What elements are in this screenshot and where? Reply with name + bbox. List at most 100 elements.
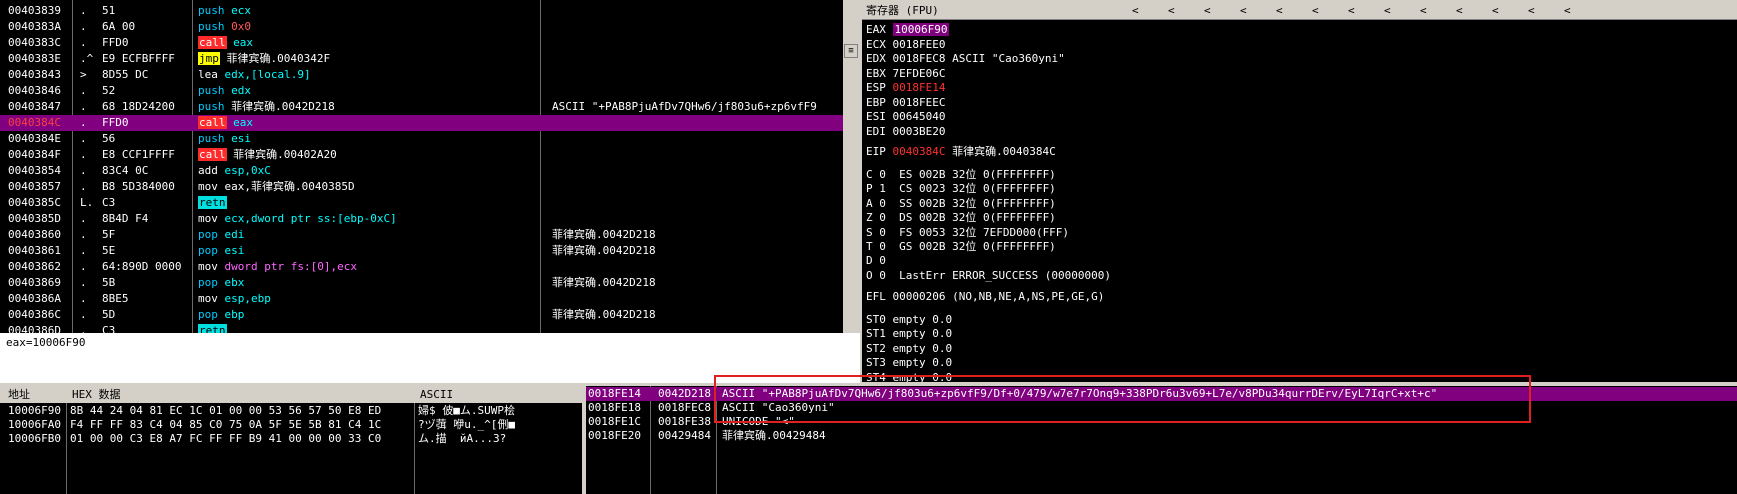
collapse-arrow-icon[interactable]: < (1420, 3, 1427, 19)
dump-hex[interactable]: 8B 44 24 04 81 EC 1C 01 00 00 53 56 57 5… (70, 404, 412, 418)
dump-ascii: ?ヅ葞 咿u._^[侀■ (418, 418, 515, 431)
register-value[interactable]: 7EFDE06C (893, 67, 946, 80)
disasm-bytes: 5F (102, 228, 116, 241)
registers-pane[interactable]: EAX 10006F90 ECX 0018FEE0 EDX 0018FEC8 ASC… (862, 20, 1737, 382)
disasm-address: 00403847 (8, 100, 61, 113)
register-value[interactable]: 0003BE20 (893, 125, 946, 138)
disasm-mnemonic: pop (198, 276, 218, 289)
disasm-row[interactable]: 0040386A. 8BE5 mov esp,ebp (0, 291, 843, 307)
register-value[interactable]: 0018FE14 (893, 81, 946, 94)
disasm-row[interactable]: 0040384E. 56 push esi (0, 131, 843, 147)
disasm-address: 00403843 (8, 68, 61, 81)
dump-row[interactable]: 10006FA0 F4 FF FF 83 C4 04 85 C0 75 0A 5F… (0, 418, 582, 432)
disasm-marker: . (80, 36, 87, 49)
disasm-row[interactable]: 0040386C. 5D pop ebp 菲律宾确.0042D218 (0, 307, 843, 323)
disasm-marker: . (80, 4, 87, 17)
register-row[interactable]: EDI 0003BE20 (866, 124, 945, 140)
disasm-address: 00403846 (8, 84, 61, 97)
disasm-row[interactable]: 00403843 >8D55 DC lea edx,[local.9] (0, 67, 843, 83)
stack-value: 0018FE38 (658, 415, 711, 428)
disasm-row[interactable]: 0040383E .^ E9 ECFBFFFF jmp 菲律宾确.0040342F (0, 51, 843, 67)
disasm-bytes: 5B (102, 276, 116, 289)
dump-row[interactable]: 10006F90 8B 44 24 04 81 EC 1C 01 00 00 53… (0, 404, 582, 418)
collapse-arrow-icon[interactable]: < (1348, 3, 1355, 19)
register-name: EAX (866, 23, 886, 36)
flag-row[interactable]: O 0 LastErr ERROR_SUCCESS (00000000) (866, 268, 1111, 284)
disasm-bytes: 51 (102, 4, 116, 17)
disasm-mnemonic: push (198, 20, 225, 33)
disasm-instruction: jmp 菲律宾确.0040342F (198, 51, 538, 67)
collapse-arrow-icon[interactable]: < (1132, 3, 1139, 19)
disasm-row[interactable]: 00403857. B8 5D384000 mov eax,菲律宾确.0040385… (0, 179, 843, 195)
collapse-arrow-icon[interactable]: < (1204, 3, 1211, 19)
disasm-instruction: push ecx (198, 3, 538, 19)
disasm-marker: . (80, 228, 87, 241)
register-value[interactable]: 00645040 (893, 110, 946, 123)
disasm-address: 0040385D (8, 212, 61, 225)
register-value[interactable]: 0018FEEC (893, 96, 946, 109)
disasm-operand: ecx,dword ptr ss:[ebp-0xC] (224, 212, 397, 225)
disasm-row[interactable]: 0040384C. FFD0 call eax (0, 115, 843, 131)
disasm-instruction: pop ebx (198, 275, 538, 291)
collapse-arrow-icon[interactable]: < (1456, 3, 1463, 19)
register-value[interactable]: 10006F90 (892, 23, 950, 36)
collapse-arrow-icon[interactable]: < (1312, 3, 1319, 19)
collapse-arrow-icon[interactable]: < (1528, 3, 1535, 19)
disasm-row[interactable]: 00403860. 5F pop edi 菲律宾确.0042D218 (0, 227, 843, 243)
disassembly-pane[interactable]: 00403839. 51 push ecx 0040383A. 6A 00 push 0x… (0, 0, 843, 333)
disasm-bytes: 56 (102, 132, 116, 145)
disasm-row[interactable]: 0040383A. 6A 00 push 0x0 (0, 19, 843, 35)
flag-row[interactable]: T 0 GS 002B 32位 0(FFFFFFFF) (866, 239, 1056, 255)
disasm-row[interactable]: 00403847. 68 18D24200 push 菲律宾确.0042D218 AS… (0, 99, 843, 115)
register-value[interactable]: 0018FEC8 (893, 52, 946, 65)
disasm-operand: esi (224, 244, 245, 257)
disasm-mnemonic: mov (198, 180, 218, 193)
disasm-row[interactable]: 00403839. 51 push ecx (0, 3, 843, 19)
disasm-row[interactable]: 0040384F. E8 CCF1FFFF call 菲律宾确.00402A20 (0, 147, 843, 163)
disasm-operand: edi (224, 228, 245, 241)
register-name: EBX (866, 66, 886, 80)
disasm-operand: edx,[local.9] (224, 68, 311, 81)
disasm-bytes: 8B4D F4 (102, 212, 149, 225)
stack-row[interactable]: 0018FE20 00429484 菲律宾确.00429484 (586, 429, 1737, 443)
disasm-address: 0040386D (8, 324, 61, 333)
disasm-mnemonic: push (198, 84, 225, 97)
dump-hex[interactable]: F4 FF FF 83 C4 04 85 C0 75 0A 5F 5E 5B 8… (70, 418, 412, 432)
disasm-row[interactable]: 0040385D. 8B4D F4 mov ecx,dword ptr ss:[eb… (0, 211, 843, 227)
collapse-arrow-icon[interactable]: < (1168, 3, 1175, 19)
dump-hex[interactable]: 01 00 00 C3 E8 A7 FC FF FF B9 41 00 00 0… (70, 432, 412, 446)
disasm-mnemonic: call (198, 36, 227, 49)
collapse-arrow-icon[interactable]: < (1384, 3, 1391, 19)
disasm-bytes: 68 18D24200 (102, 100, 175, 113)
collapse-arrow-icon[interactable]: < (1276, 3, 1283, 19)
dump-pane[interactable]: 10006F90 8B 44 24 04 81 EC 1C 01 00 00 53… (0, 403, 582, 494)
collapse-arrow-icon[interactable]: < (1240, 3, 1247, 19)
disasm-marker: . (80, 324, 87, 333)
collapse-arrow-icon[interactable]: < (1492, 3, 1499, 19)
disasm-address: 00403862 (8, 260, 61, 273)
register-row[interactable]: EIP 0040384C 菲律宾确.0040384C (866, 144, 1056, 160)
disasm-instruction: call eax (198, 115, 538, 131)
disasm-bytes: 52 (102, 84, 116, 97)
efl-row[interactable]: EFL 00000206 (NO,NB,NE,A,NS,PE,GE,G) (866, 289, 1104, 305)
scroll-grip-icon[interactable]: ≡ (844, 44, 858, 58)
disasm-bytes: FFD0 (102, 36, 129, 49)
disasm-row[interactable]: 0040383C. FFD0 call eax (0, 35, 843, 51)
disasm-row[interactable]: 00403862. 64:890D 0000 mov dword ptr fs:[0… (0, 259, 843, 275)
disasm-operand: esp,ebp (224, 292, 271, 305)
disasm-row[interactable]: 0040386D. C3 retn (0, 323, 843, 333)
disasm-row[interactable]: 00403869. 5B pop ebx 菲律宾确.0042D218 (0, 275, 843, 291)
collapse-arrow-icon[interactable]: < (1564, 3, 1571, 19)
register-desc: ASCII "Cao360yni" (952, 52, 1065, 65)
disasm-row[interactable]: 00403861. 5E pop esi 菲律宾确.0042D218 (0, 243, 843, 259)
disasm-comment: 菲律宾确.0042D218 (552, 244, 656, 257)
disasm-row[interactable]: 00403846. 52 push edx (0, 83, 843, 99)
dump-row[interactable]: 10006FB0 01 00 00 C3 E8 A7 FC FF FF B9 41… (0, 432, 582, 446)
register-value[interactable]: 0018FEE0 (893, 38, 946, 51)
register-value[interactable]: 0040384C (893, 145, 946, 158)
disassembly-scrollbar[interactable]: ≡ (843, 0, 860, 333)
disasm-instruction: push 0x0 (198, 19, 538, 35)
disasm-row[interactable]: 0040385C L. C3 retn (0, 195, 843, 211)
disasm-instruction: retn (198, 195, 538, 211)
disasm-row[interactable]: 00403854. 83C4 0C add esp,0xC (0, 163, 843, 179)
